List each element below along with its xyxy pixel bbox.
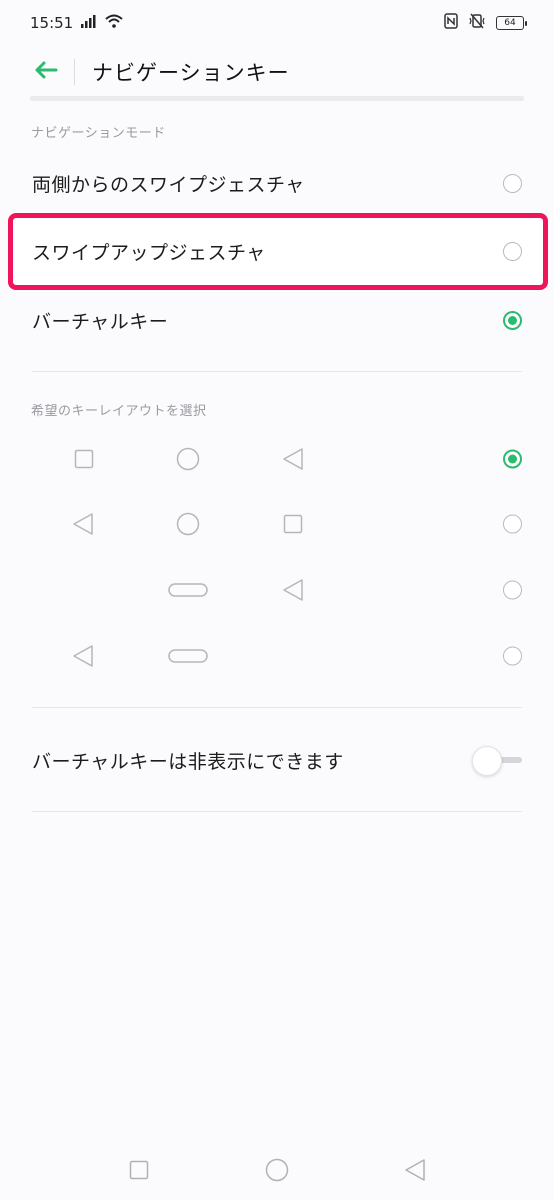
- radio-button[interactable]: [503, 514, 522, 534]
- radio-button[interactable]: [503, 241, 522, 261]
- hide-keys-row[interactable]: バーチャルキーは非表示にできます: [0, 728, 554, 792]
- radio-button-checked[interactable]: [503, 449, 522, 469]
- radio-button[interactable]: [503, 646, 522, 666]
- battery-icon: 64: [496, 16, 527, 30]
- home-circle-icon[interactable]: [265, 1158, 289, 1186]
- hide-keys-label: バーチャルキーは非表示にできます: [32, 750, 344, 773]
- recents-square-icon[interactable]: [129, 1160, 149, 1184]
- triangle-icon: [72, 512, 94, 536]
- divider: [32, 811, 522, 812]
- option-swipe-up[interactable]: スワイプアップジェスチャ: [0, 219, 554, 283]
- app-header: ナビゲーションキー: [0, 46, 554, 98]
- triangle-icon: [282, 447, 304, 471]
- radio-button[interactable]: [503, 580, 522, 600]
- square-icon: [74, 449, 94, 469]
- page-title: ナビゲーションキー: [92, 61, 290, 85]
- back-arrow-icon: [34, 61, 58, 83]
- signal-icon: [81, 14, 97, 32]
- square-icon: [283, 514, 303, 534]
- pill-icon: [168, 649, 208, 663]
- triangle-icon: [72, 644, 94, 668]
- pill-icon: [168, 583, 208, 597]
- status-bar: 15:51 64: [0, 0, 554, 46]
- triangle-icon: [282, 578, 304, 602]
- option-virtual-keys[interactable]: バーチャルキー: [0, 288, 554, 352]
- section-label-key-layout: 希望のキーレイアウトを選択: [31, 404, 207, 419]
- layout-option-3[interactable]: [0, 560, 554, 620]
- toggle-knob: [472, 746, 502, 776]
- circle-icon: [176, 512, 200, 536]
- layout-option-4[interactable]: [0, 626, 554, 686]
- hide-keys-toggle[interactable]: [472, 746, 524, 776]
- section-label-navigation-mode: ナビゲーションモード: [31, 126, 166, 141]
- vibrate-icon: [468, 13, 486, 33]
- circle-icon: [176, 447, 200, 471]
- back-triangle-icon[interactable]: [404, 1158, 426, 1186]
- layout-option-1[interactable]: [0, 429, 554, 489]
- radio-button[interactable]: [503, 173, 522, 193]
- header-shadow: [30, 96, 524, 101]
- layout-option-2[interactable]: [0, 494, 554, 554]
- option-label: 両側からのスワイプジェスチャ: [32, 173, 305, 196]
- divider: [32, 371, 522, 372]
- radio-button-checked[interactable]: [503, 310, 522, 330]
- system-nav-bar: [0, 1140, 554, 1200]
- nfc-icon: [444, 13, 458, 33]
- option-swipe-both-sides[interactable]: 両側からのスワイプジェスチャ: [0, 151, 554, 215]
- divider: [32, 707, 522, 708]
- option-label: スワイプアップジェスチャ: [32, 241, 266, 264]
- header-divider: [74, 59, 75, 85]
- battery-level: 64: [504, 18, 516, 28]
- back-button[interactable]: [30, 56, 62, 88]
- option-label: バーチャルキー: [32, 310, 169, 333]
- status-time: 15:51: [30, 14, 74, 32]
- wifi-icon: [105, 14, 123, 32]
